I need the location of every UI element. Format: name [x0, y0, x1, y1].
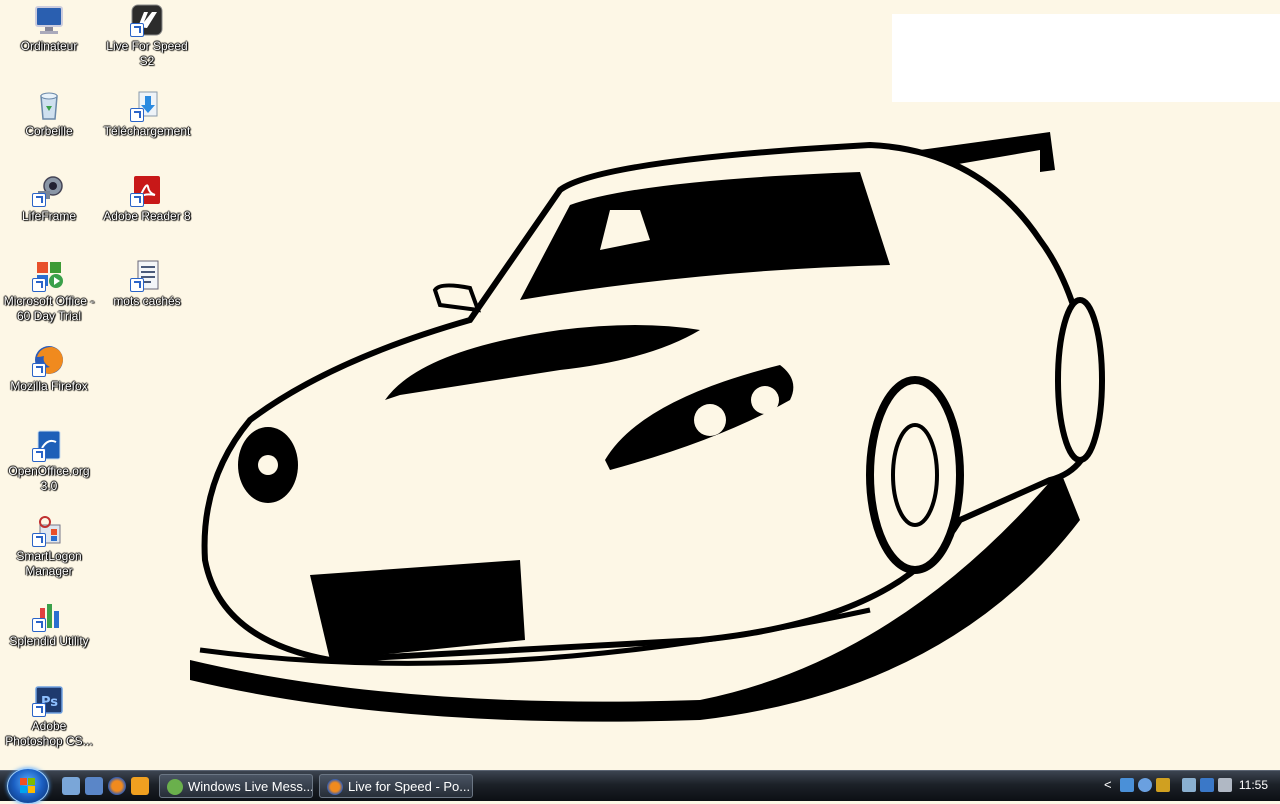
shortcut-arrow-icon [32, 448, 46, 462]
device-icon[interactable] [1182, 778, 1196, 792]
firefox-icon [327, 779, 343, 795]
desktop-icon-label: Adobe Photoshop CS... [5, 719, 93, 748]
desktop-icon-ordinateur[interactable]: Ordinateur [0, 3, 98, 54]
switch-windows-icon[interactable] [85, 777, 103, 795]
desktop-icon-adobe-reader[interactable]: Adobe Reader 8 [98, 173, 196, 224]
firefox-icon [32, 343, 66, 377]
shortcut-arrow-icon [130, 23, 144, 37]
network-icon[interactable] [1200, 778, 1214, 792]
desktop-icon-label: LifeFrame [21, 209, 77, 223]
shortcut-arrow-icon [32, 703, 46, 717]
webcam-icon [32, 173, 66, 207]
desktop-icon-label: Splendid Utility [9, 634, 89, 648]
photoshop-icon: Ps [32, 683, 66, 717]
desktop-icon-mots-caches[interactable]: mots cachés [98, 258, 196, 309]
desktop-icon-telechargement[interactable]: Téléchargement [98, 88, 196, 139]
desktop-icon-label: Live For Speed S2 [106, 39, 188, 68]
taskbar-button-label: Windows Live Mess... [188, 779, 313, 794]
shortcut-arrow-icon [32, 278, 46, 292]
shortcut-arrow-icon [130, 193, 144, 207]
recycle-bin-icon [32, 88, 66, 122]
office-icon [32, 258, 66, 292]
volume-icon[interactable] [1218, 778, 1232, 792]
desktop-icon-label: Mozilla Firefox [10, 379, 88, 393]
desktop-icon-photoshop[interactable]: Ps Adobe Photoshop CS... [0, 683, 98, 749]
show-desktop-icon[interactable] [62, 777, 80, 795]
openoffice-icon [32, 428, 66, 462]
taskbar-button-messenger[interactable]: Windows Live Mess... [159, 774, 313, 798]
show-hidden-icons-chevron[interactable]: < [1104, 777, 1112, 792]
splendid-icon [32, 598, 66, 632]
desktop-icon-label: Corbeille [25, 124, 73, 138]
shortcut-arrow-icon [32, 363, 46, 377]
desktop-icon-label: SmartLogon Manager [16, 549, 82, 578]
windows-flag-icon [20, 778, 35, 793]
desktop-icon-label: Ordinateur [20, 39, 78, 53]
desktop-icon-splendid-utility[interactable]: Splendid Utility [0, 598, 98, 649]
messenger-icon [167, 779, 183, 795]
shortcut-arrow-icon [32, 193, 46, 207]
desktop-icon-label: Téléchargement [103, 124, 191, 138]
adobe-reader-icon [130, 173, 164, 207]
start-button[interactable] [7, 768, 49, 804]
lfs-icon [130, 3, 164, 37]
power-icon[interactable] [1156, 778, 1170, 792]
desktop-icon-label: Adobe Reader 8 [103, 209, 191, 223]
desktop-icon-openoffice[interactable]: OpenOffice.org 3.0 [0, 428, 98, 494]
document-icon [130, 258, 164, 292]
wireless-icon[interactable] [1138, 778, 1152, 792]
taskbar: Windows Live Mess... Live for Speed - Po… [0, 768, 1280, 804]
shortcut-arrow-icon [130, 278, 144, 292]
system-tray: < 11:55 [1090, 771, 1280, 801]
desktop-icon-corbeille[interactable]: Corbeille [0, 88, 98, 139]
network-users-icon[interactable] [1120, 778, 1134, 792]
desktop-icon-smartlogon[interactable]: SmartLogon Manager [0, 513, 98, 579]
desktop-icon-label: mots cachés [113, 294, 181, 308]
firefox-quicklaunch-icon[interactable] [108, 777, 126, 795]
clock[interactable]: 11:55 [1239, 778, 1268, 792]
shortcut-arrow-icon [32, 618, 46, 632]
shortcut-arrow-icon [32, 533, 46, 547]
taskbar-button-firefox[interactable]: Live for Speed - Po... [319, 774, 473, 798]
shortcut-arrow-icon [130, 108, 144, 122]
desktop-icon-live-for-speed[interactable]: Live For Speed S2 [98, 3, 196, 69]
desktop-icon-label: Microsoft Office - 60 Day Trial [3, 294, 95, 323]
desktop-icon-label: OpenOffice.org 3.0 [8, 464, 90, 493]
download-folder-icon [130, 88, 164, 122]
taskbar-button-label: Live for Speed - Po... [348, 779, 471, 794]
desktop: Ordinateur Corbeille LifeFrame Microsoft… [0, 0, 1280, 770]
smartlogon-icon [32, 513, 66, 547]
computer-icon [32, 3, 66, 37]
desktop-icon-microsoft-office[interactable]: Microsoft Office - 60 Day Trial [0, 258, 98, 324]
media-player-icon[interactable] [131, 777, 149, 795]
desktop-icon-firefox[interactable]: Mozilla Firefox [0, 343, 98, 394]
desktop-icon-lifeframe[interactable]: LifeFrame [0, 173, 98, 224]
white-overlay-box [892, 14, 1280, 102]
